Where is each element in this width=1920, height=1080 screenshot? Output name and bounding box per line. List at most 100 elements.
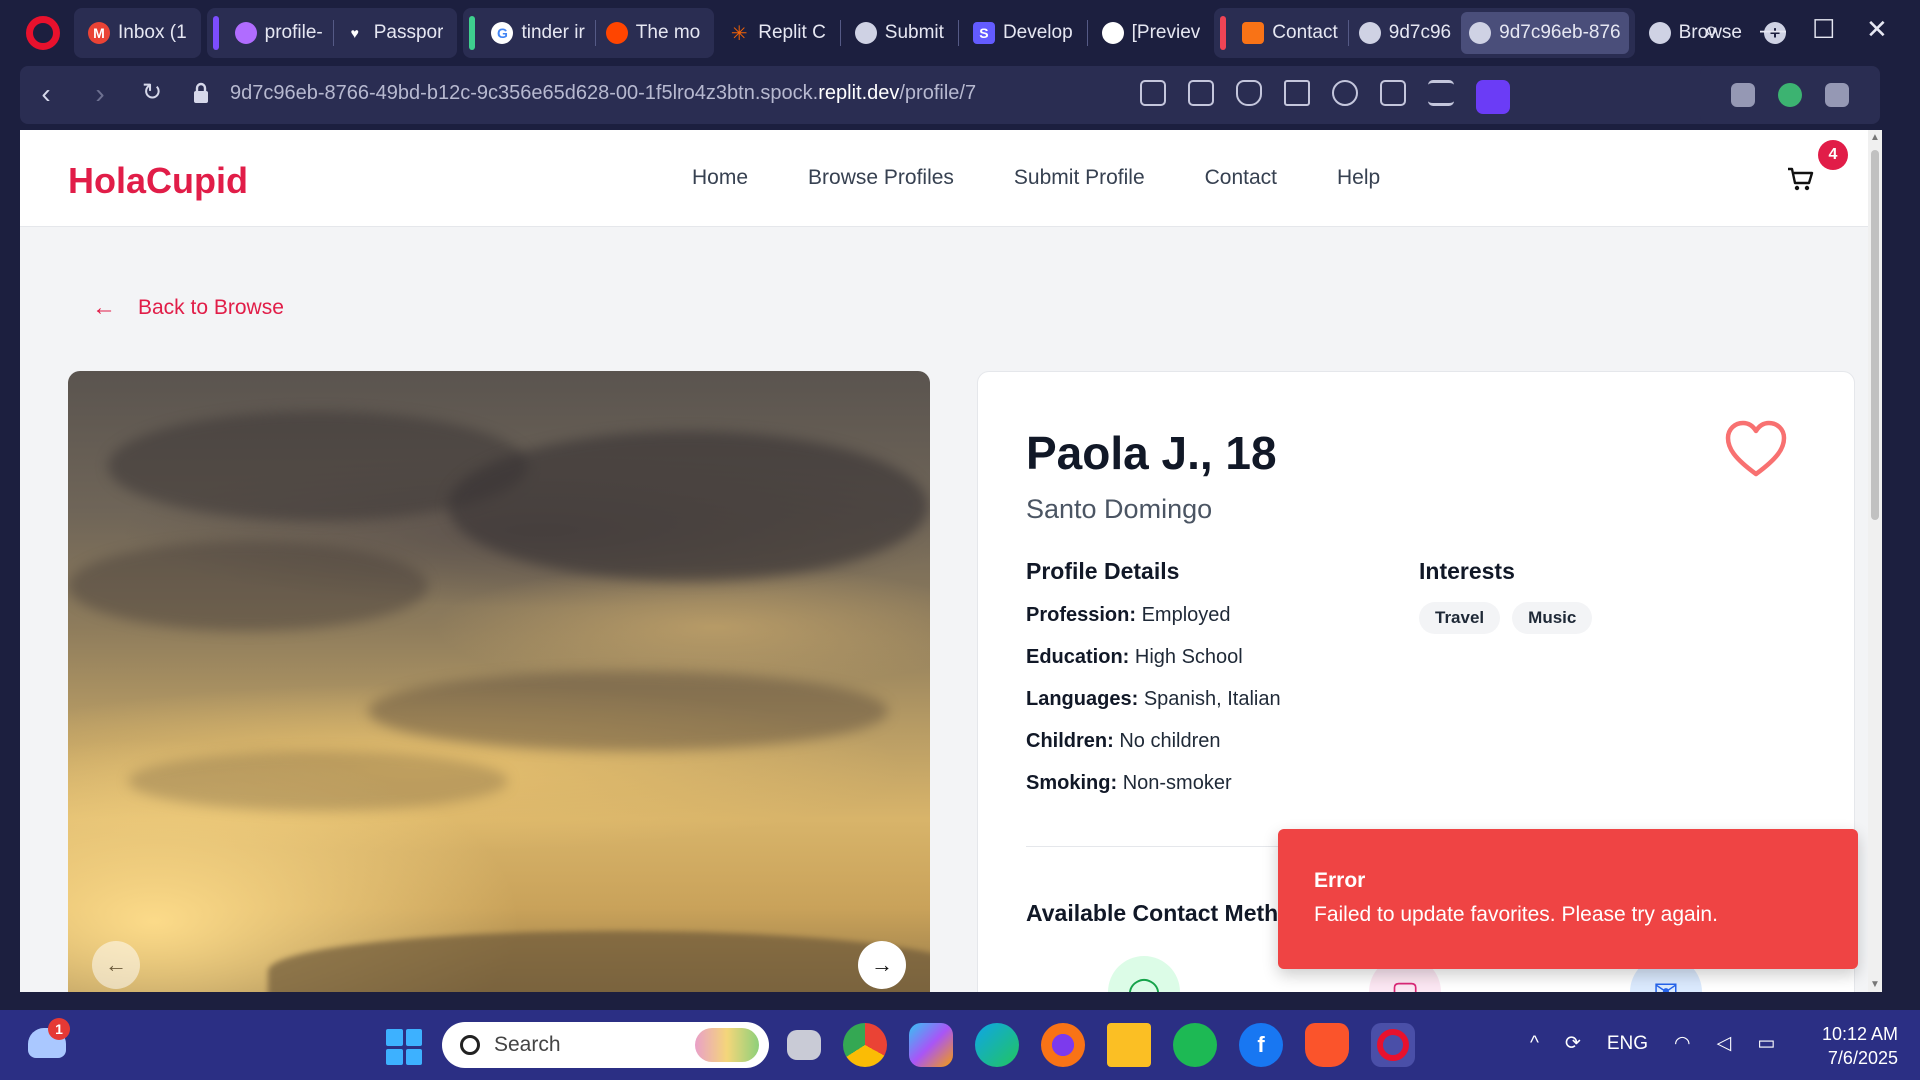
easy-setup-icon[interactable] <box>1428 80 1454 106</box>
google-icon: G <box>491 22 514 44</box>
spotify-icon[interactable] <box>1173 1023 1217 1067</box>
tab-title: Inbox (1 <box>118 22 187 43</box>
nav-contact[interactable]: Contact <box>1205 166 1277 190</box>
detail-education: Education: High School <box>1026 646 1243 668</box>
detail-smoking: Smoking: Non-smoker <box>1026 772 1232 794</box>
tab-group-3: G tinder ir The mo <box>463 8 715 58</box>
tab-title: Passpor <box>373 22 444 43</box>
nav-browse-profiles[interactable]: Browse Profiles <box>808 166 954 190</box>
detail-profession: Profession: Employed <box>1026 604 1231 626</box>
share-icon[interactable] <box>1140 80 1166 106</box>
taskbar: 1 Search f ^ ⟳ ENG ◠ ◁ ▭ 10:12 AM 7/6/20… <box>0 1010 1920 1080</box>
chrome-icon[interactable] <box>843 1023 887 1067</box>
tab-develop[interactable]: S Develop <box>965 12 1081 54</box>
wifi-icon[interactable]: ◠ <box>1674 1032 1691 1055</box>
contact-methods-title: Available Contact Meth <box>1026 900 1279 926</box>
close-window-icon[interactable]: ✕ <box>1866 14 1888 45</box>
github-icon <box>1101 22 1124 44</box>
opera-taskbar-icon[interactable] <box>1371 1023 1415 1067</box>
profile-details-title: Profile Details <box>1026 558 1180 584</box>
maximize-icon[interactable]: ☐ <box>1812 14 1835 45</box>
shield-icon[interactable] <box>1236 80 1262 106</box>
heart-bookmark-icon[interactable] <box>1332 80 1358 106</box>
tab-title: tinder ir <box>521 22 585 43</box>
page-scrollbar[interactable]: ▲ ▼ <box>1868 130 1882 992</box>
browser-tab-bar: M Inbox (1 profile- ♥ Passpor G tinder i… <box>0 0 1920 66</box>
toast-title: Error <box>1314 869 1366 892</box>
nav-help[interactable]: Help <box>1337 166 1380 190</box>
globe-icon <box>1648 22 1671 44</box>
task-view-icon[interactable] <box>787 1030 821 1060</box>
chatgpt-icon[interactable] <box>1777 83 1802 107</box>
interests-tags: Travel Music <box>1419 602 1593 634</box>
language-indicator[interactable]: ENG <box>1607 1033 1648 1055</box>
system-tray: ^ ⟳ ENG ◠ ◁ ▭ <box>1530 1032 1775 1055</box>
favorite-heart-icon[interactable] <box>1724 420 1788 478</box>
camera-icon[interactable] <box>1188 80 1214 106</box>
address-bar[interactable]: ‹ › ↻ 9d7c96eb-8766-49bd-b12c-9c356e65d6… <box>20 66 1720 124</box>
url-text[interactable]: 9d7c96eb-8766-49bd-b12c-9c356e65d628-00-… <box>230 82 976 105</box>
site-logo[interactable]: HolaCupid <box>68 160 248 202</box>
sync-icon[interactable]: ⟳ <box>1565 1032 1581 1055</box>
error-toast[interactable]: Error Failed to update favorites. Please… <box>1278 829 1858 969</box>
facebook-icon[interactable]: f <box>1239 1023 1283 1067</box>
nav-home[interactable]: Home <box>692 166 748 190</box>
tab-reddit[interactable]: The mo <box>598 12 708 54</box>
stripe-icon: S <box>972 22 995 44</box>
tab-tinder[interactable]: G tinder ir <box>483 12 592 54</box>
forward-nav-icon[interactable]: › <box>74 78 126 110</box>
main-nav: Home Browse Profiles Submit Profile Cont… <box>692 166 1380 190</box>
tab-title: The mo <box>635 22 701 43</box>
detail-languages: Languages: Spanish, Italian <box>1026 688 1281 710</box>
profile-city: Santo Domingo <box>1026 494 1213 524</box>
battery-icon[interactable]: ▭ <box>1757 1032 1775 1055</box>
tab-inbox[interactable]: M Inbox (1 <box>80 12 195 54</box>
previous-photo-button[interactable]: ← <box>92 941 140 989</box>
back-to-browse-link[interactable]: ← Back to Browse <box>92 294 284 322</box>
windows-start-icon[interactable] <box>386 1029 422 1065</box>
taskbar-clock[interactable]: 10:12 AM 7/6/2025 <box>1808 1022 1898 1070</box>
address-bar-actions <box>1140 80 1510 114</box>
volume-icon[interactable]: ◁ <box>1717 1032 1732 1055</box>
tab-title: Submit <box>884 22 944 43</box>
tab-submit[interactable]: Submit <box>847 12 952 54</box>
chevron-up-icon[interactable]: ^ <box>1530 1033 1539 1055</box>
profile-avatar-icon[interactable] <box>1476 80 1510 114</box>
nav-submit-profile[interactable]: Submit Profile <box>1014 166 1145 190</box>
lock-icon <box>194 82 208 103</box>
extensions-cube-icon[interactable] <box>1824 83 1849 107</box>
copilot-icon[interactable] <box>909 1023 953 1067</box>
back-label: Back to Browse <box>138 296 284 319</box>
tab-preview[interactable]: [Previev <box>1094 12 1209 54</box>
tab-search-icon[interactable]: ⌕ <box>1704 14 1719 46</box>
opera-menu-icon[interactable] <box>26 16 60 50</box>
tab-title: Replit C <box>758 22 826 43</box>
cart-icon[interactable] <box>1786 166 1814 192</box>
arrow-left-icon: ← <box>92 294 116 321</box>
download-icon[interactable] <box>1380 80 1406 106</box>
edge-icon[interactable] <box>975 1023 1019 1067</box>
tab-active-profile[interactable]: 9d7c96eb-876 <box>1461 12 1629 54</box>
tab-replit[interactable]: ✳ Replit C <box>720 12 834 54</box>
firefox-icon[interactable] <box>1041 1023 1085 1067</box>
tab-title: profile- <box>264 22 323 43</box>
tab-profile[interactable]: profile- <box>227 12 331 54</box>
whatsapp-icon[interactable]: ◯ <box>1108 956 1180 992</box>
reload-icon[interactable]: ↻ <box>126 78 178 107</box>
brave-icon[interactable] <box>1305 1023 1349 1067</box>
profile-details-list: Profession: Employed Education: High Sch… <box>1026 604 1281 814</box>
minimize-icon[interactable]: — <box>1760 14 1786 45</box>
taskbar-search[interactable]: Search <box>442 1022 769 1068</box>
tab-9d7c96[interactable]: 9d7c96 <box>1351 12 1459 54</box>
figma-icon <box>1242 22 1265 44</box>
detail-children: Children: No children <box>1026 730 1221 752</box>
next-photo-button[interactable]: → <box>858 941 906 989</box>
globe-icon <box>854 22 877 44</box>
tab-browse[interactable]: Browse <box>1641 12 1750 54</box>
play-icon[interactable] <box>1284 80 1310 106</box>
tab-contact[interactable]: Contact <box>1234 12 1345 54</box>
file-explorer-icon[interactable] <box>1107 1023 1151 1067</box>
snapshot-icon[interactable] <box>1731 83 1756 107</box>
back-nav-icon[interactable]: ‹ <box>20 78 72 110</box>
tab-passport[interactable]: ♥ Passpor <box>336 12 452 54</box>
